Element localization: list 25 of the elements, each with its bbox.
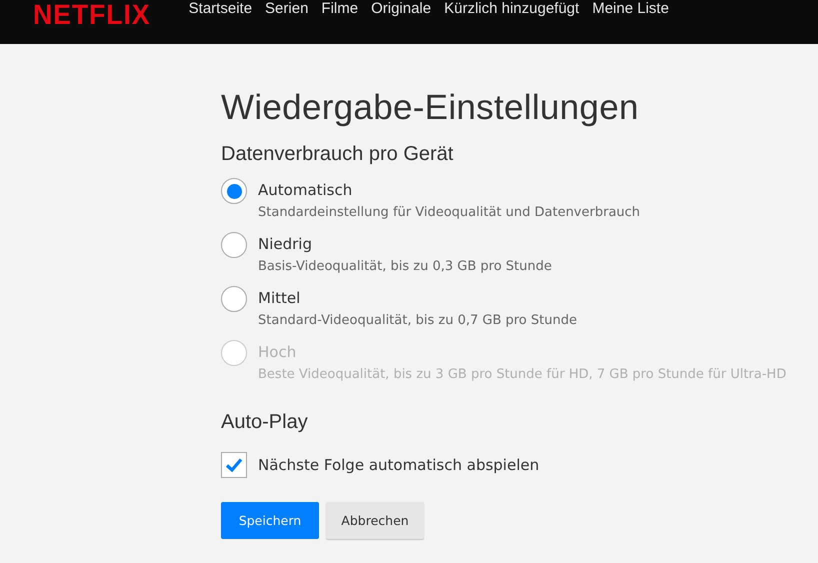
radio-button[interactable]	[221, 286, 247, 312]
nav-link[interactable]: Filme	[321, 0, 358, 18]
option-label: Hoch	[258, 342, 298, 363]
logo[interactable]: NETFLIX	[33, 0, 150, 30]
option-description: Basis-Videoqualität, bis zu 0,3 GB pro Stunde	[258, 258, 552, 276]
section-heading: Datenverbrauch pro Gerät	[221, 142, 454, 167]
option-label: Mittel	[258, 288, 302, 309]
page-title: Wiedergabe-Einstellungen	[221, 88, 640, 128]
save-button[interactable]: Speichern	[221, 502, 319, 539]
option-description: Standard-Videoqualität, bis zu 0,7 GB pro Stunde	[258, 312, 577, 330]
section-heading: Auto-Play	[221, 410, 309, 435]
checkbox[interactable]	[221, 452, 247, 478]
cancel-button[interactable]: Abbrechen	[326, 502, 424, 539]
option-description: Standardeinstellung für Videoqualität und Datenverbrauch	[258, 204, 640, 222]
nav-link[interactable]: Kürzlich hinzugefügt	[444, 0, 580, 18]
option-description: Beste Videoqualität, bis zu 3 GB pro Stunde für HD, 7 GB pro Stunde für Ultra-HD	[258, 366, 786, 384]
radio-button[interactable]	[221, 178, 247, 204]
nav-link[interactable]: Startseite	[188, 0, 252, 18]
radio-button[interactable]	[221, 232, 247, 258]
option-label: Automatisch	[258, 180, 354, 201]
nav-link[interactable]: Serien	[265, 0, 308, 18]
checkbox-label: Nächste Folge automatisch abspielen	[258, 456, 540, 474]
nav-link[interactable]: Meine Liste	[592, 0, 669, 18]
option-label: Niedrig	[258, 234, 313, 255]
nav-link[interactable]: Originale	[371, 0, 432, 18]
